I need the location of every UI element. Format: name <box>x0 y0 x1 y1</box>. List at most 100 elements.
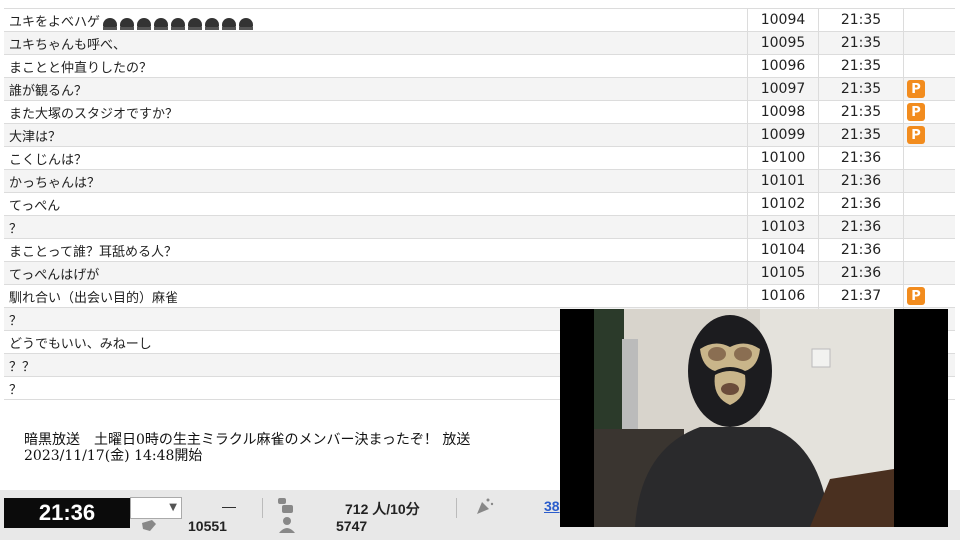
comment-badge-cell <box>903 216 953 238</box>
comment-number: 10094 <box>747 9 818 31</box>
comment-row[interactable]: まことって誰？耳舐める人？ 10104 21:36 <box>4 239 955 262</box>
comment-row[interactable]: 誰が観るん？ 10097 21:35 P <box>4 78 955 101</box>
comment-row[interactable]: こくじんは？ 10100 21:36 <box>4 147 955 170</box>
comment-number: 10098 <box>747 101 818 123</box>
comment-row[interactable]: ユキをよべハゲ 10094 21:35 <box>4 9 955 32</box>
comment-number: 10095 <box>747 32 818 54</box>
onigiri-icon <box>205 17 220 30</box>
comment-badge-cell <box>903 239 953 261</box>
comment-badge-cell: P <box>903 101 953 123</box>
chevron-down-icon: ▼ <box>169 502 177 513</box>
comment-number: 10104 <box>747 239 818 261</box>
gift-link[interactable]: 38 <box>544 498 560 514</box>
comment-text: まことと仲直りしたの？ <box>4 57 747 76</box>
comment-row[interactable]: 馴れ合い（出会い目的）麻雀 10106 21:37 P <box>4 285 955 308</box>
visitor-count: 5747 <box>336 518 368 534</box>
video-player[interactable] <box>560 309 948 527</box>
premium-badge-icon: P <box>907 287 925 305</box>
comment-time: 21:35 <box>818 101 903 123</box>
comment-badge-cell <box>903 193 953 215</box>
comment-text-label: どうでもいい、みねーし <box>9 336 152 352</box>
comment-text: かっちゃんは？ <box>4 172 747 191</box>
comment-count: 10551 <box>188 518 227 534</box>
comment-number: 10103 <box>747 216 818 238</box>
clock-display: 21:36 <box>4 498 130 528</box>
comment-time: 21:35 <box>818 124 903 146</box>
comment-text-label: こくじんは？ <box>9 152 88 168</box>
comment-badge-cell: P <box>903 124 953 146</box>
comment-text: ユキちゃんも呼べ、 <box>4 34 747 53</box>
comment-number: 10100 <box>747 147 818 169</box>
comment-number: 10101 <box>747 170 818 192</box>
comment-icon <box>142 520 156 531</box>
comment-time: 21:36 <box>818 216 903 238</box>
comment-text: まことって誰？耳舐める人？ <box>4 241 747 260</box>
comment-badge-cell <box>903 262 953 284</box>
comment-text-label: まことって誰？耳舐める人？ <box>9 244 177 260</box>
stream-video-frame <box>560 309 948 527</box>
comment-text-label: かっちゃんは？ <box>9 175 101 191</box>
onigiri-icon <box>103 17 118 30</box>
comment-text: 馴れ合い（出会い目的）麻雀 <box>4 287 747 306</box>
comment-number: 10105 <box>747 262 818 284</box>
comment-badge-cell <box>903 9 953 31</box>
comment-text-label: 誰が観るん？ <box>9 83 88 99</box>
onigiri-icon <box>239 17 254 30</box>
comment-row[interactable]: てっぺんはげが 10105 21:36 <box>4 262 955 285</box>
broadcast-title[interactable]: 暗黒放送 土曜日0時の生主ミラクル麻雀のメンバー決まったぞ！ 放送 <box>24 432 470 448</box>
comment-text-label: 馴れ合い（出会い目的）麻雀 <box>9 290 179 306</box>
viewers-icon <box>278 498 293 513</box>
comment-text: 大津は？ <box>4 126 747 145</box>
comment-row[interactable]: かっちゃんは？ 10101 21:36 <box>4 170 955 193</box>
comment-text-label: ？ <box>9 382 23 398</box>
comment-row[interactable]: まことと仲直りしたの？ 10096 21:35 <box>4 55 955 78</box>
dash-indicator: — <box>222 498 236 514</box>
comment-time: 21:35 <box>818 32 903 54</box>
comment-row[interactable]: ？ 10103 21:36 <box>4 216 955 239</box>
comment-text: こくじんは？ <box>4 149 747 168</box>
premium-badge-icon: P <box>907 126 925 144</box>
premium-badge-icon: P <box>907 103 925 121</box>
comment-time: 21:37 <box>818 285 903 307</box>
comment-text-label: ユキちゃんも呼べ、 <box>9 37 127 53</box>
premium-badge-icon: P <box>907 80 925 98</box>
broadcast-info: 暗黒放送 土曜日0時の生主ミラクル麻雀のメンバー決まったぞ！ 放送 2023/1… <box>24 432 470 464</box>
comment-text: てっぺんはげが <box>4 264 747 283</box>
comment-text: ？ <box>4 218 747 237</box>
onigiri-icon <box>188 17 203 30</box>
comment-text-label: ？ <box>9 221 23 237</box>
comment-row[interactable]: ユキちゃんも呼べ、 10095 21:35 <box>4 32 955 55</box>
comment-badge-cell <box>903 55 953 77</box>
comment-badge-cell: P <box>903 285 953 307</box>
comment-text: ユキをよべハゲ <box>4 11 747 30</box>
comment-text-label: ？ <box>9 313 23 329</box>
comment-text-label: ？？ <box>9 359 36 375</box>
comment-text-label: 大津は？ <box>9 129 62 145</box>
comment-text-label: てっぺんはげが <box>9 267 100 283</box>
comment-text-label: てっぺん <box>9 198 61 214</box>
dropdown-select[interactable]: ▼ <box>130 497 182 519</box>
comment-time: 21:35 <box>818 55 903 77</box>
divider <box>262 498 263 518</box>
broadcast-start-time: 2023/11/17(金) 14:48開始 <box>24 448 203 464</box>
comment-number: 10106 <box>747 285 818 307</box>
comment-text-label: また大塚のスタジオですか？ <box>9 106 179 122</box>
comment-badge-cell: P <box>903 78 953 100</box>
comment-row[interactable]: また大塚のスタジオですか？ 10098 21:35 P <box>4 101 955 124</box>
viewer-rate: 712 人/10分 <box>345 501 420 517</box>
comment-badge-cell <box>903 170 953 192</box>
comment-time: 21:35 <box>818 9 903 31</box>
comment-text: また大塚のスタジオですか？ <box>4 103 747 122</box>
party-popper-icon[interactable] <box>474 496 494 516</box>
comment-text-label: まことと仲直りしたの？ <box>9 60 153 76</box>
comment-time: 21:35 <box>818 78 903 100</box>
comment-number: 10096 <box>747 55 818 77</box>
comment-row[interactable]: てっぺん 10102 21:36 <box>4 193 955 216</box>
comment-number: 10099 <box>747 124 818 146</box>
comment-number: 10097 <box>747 78 818 100</box>
comment-badge-cell <box>903 32 953 54</box>
comment-row[interactable]: 大津は？ 10099 21:35 P <box>4 124 955 147</box>
comment-text-label: ユキをよべハゲ <box>9 14 101 30</box>
onigiri-icon <box>222 17 237 30</box>
onigiri-icon <box>137 17 152 30</box>
